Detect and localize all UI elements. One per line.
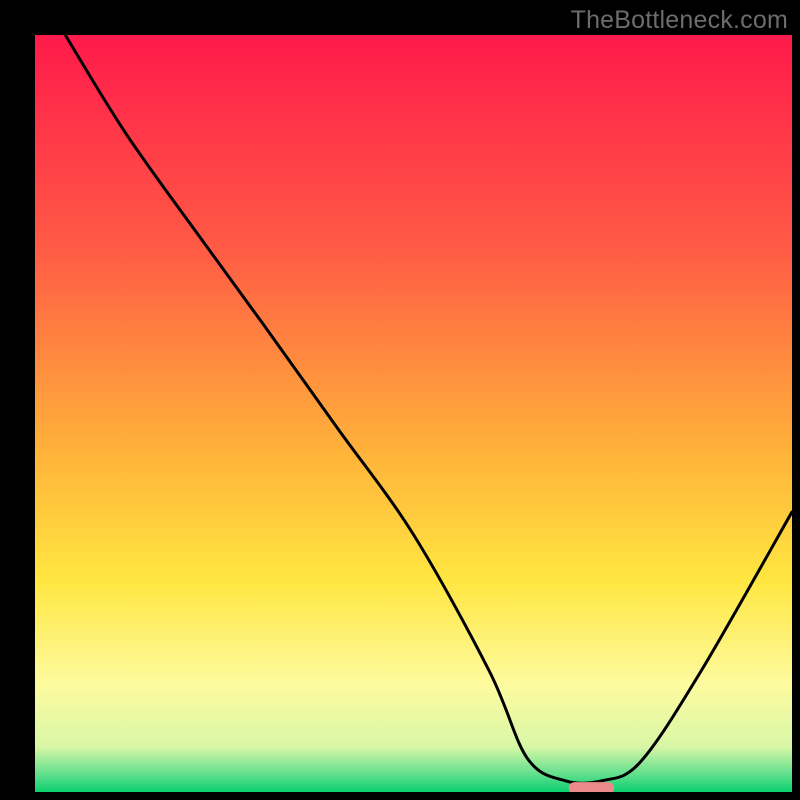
watermark-text: TheBottleneck.com — [571, 6, 788, 35]
optimal-marker — [569, 782, 614, 792]
gradient-background — [35, 35, 792, 792]
plot-area — [35, 35, 792, 792]
chart-svg — [35, 35, 792, 792]
chart-frame: TheBottleneck.com — [0, 0, 800, 800]
